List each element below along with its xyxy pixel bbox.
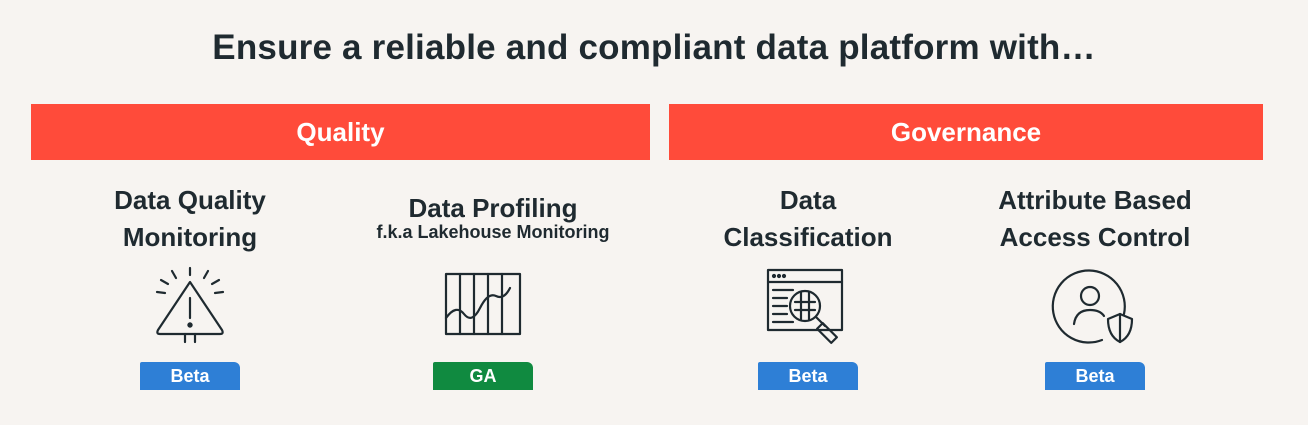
beta-badge: Beta (758, 362, 858, 390)
feature-data-classification: Data Classification (678, 182, 938, 256)
feature-data-profiling: Data Profiling f.k.a Lakehouse Monitorin… (353, 190, 633, 243)
feature-title-line2: Monitoring (122, 222, 258, 252)
feature-title-line2: Classification (723, 222, 893, 252)
ga-badge: GA (433, 362, 533, 390)
warning-alert-icon (155, 266, 225, 344)
beta-badge: Beta (140, 362, 240, 390)
feature-title-line2: Access Control (999, 222, 1191, 252)
feature-subtitle: f.k.a Lakehouse Monitoring (376, 222, 610, 242)
feature-title-line1: Attribute Based (998, 185, 1192, 215)
feature-attribute-based-access-control: Attribute Based Access Control (965, 182, 1225, 256)
quality-category-band: Quality (31, 104, 650, 160)
governance-category-band: Governance (669, 104, 1263, 160)
feature-title-line1: Data (779, 185, 837, 215)
profiling-chart-icon (444, 272, 522, 336)
classification-search-icon (766, 268, 844, 344)
feature-data-quality-monitoring: Data Quality Monitoring (60, 182, 320, 256)
page-headline: Ensure a reliable and compliant data pla… (212, 28, 1096, 67)
user-shield-icon (1051, 269, 1134, 344)
beta-badge: Beta (1045, 362, 1145, 390)
feature-title-line1: Data Quality (114, 185, 266, 215)
